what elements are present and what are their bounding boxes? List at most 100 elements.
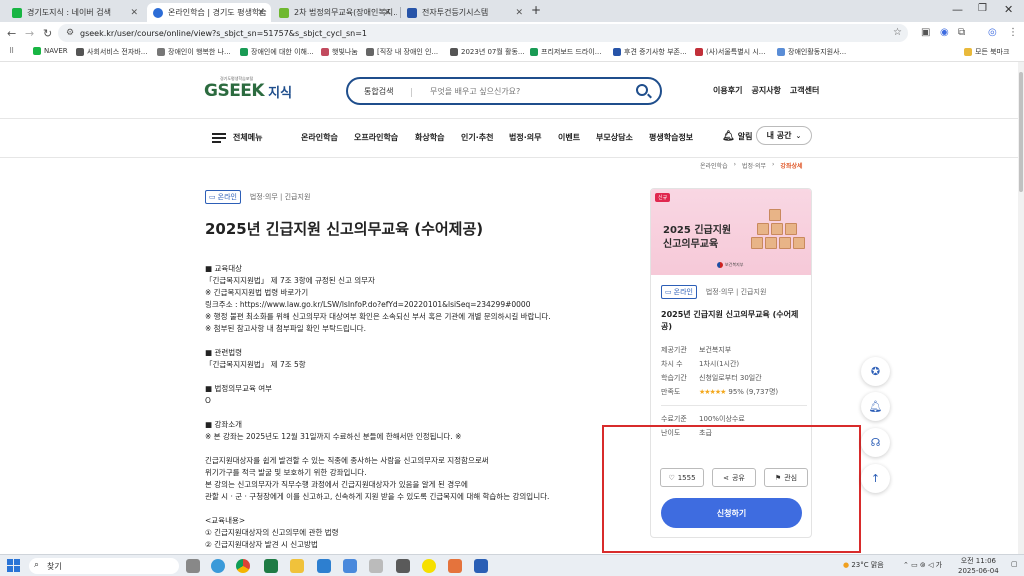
file-explorer-icon[interactable]: [290, 559, 304, 573]
gnb-item-info[interactable]: 평생학습정보: [649, 132, 693, 143]
extensions-puzzle-icon[interactable]: ⧉: [958, 27, 965, 38]
weather-widget[interactable]: ● 23°C 맑음: [843, 560, 884, 570]
browser-tab-education[interactable]: 2차 법정의무교육(장애인복지... ✕: [273, 3, 397, 22]
arrow-up-icon[interactable]: ↑: [861, 464, 890, 493]
breadcrumb: 온라인학습 › 법정·의무 › 강좌상세: [700, 161, 803, 170]
chrome-icon[interactable]: [236, 559, 250, 573]
bookmark-item[interactable]: 장애인에 대한 이해...: [240, 47, 314, 57]
address-text: gseek.kr/user/course/online/view?s_sbjct…: [80, 28, 367, 38]
app-icon[interactable]: [474, 559, 488, 573]
browser-tab-registry[interactable]: 전자투건등기시스템 ✕: [401, 3, 529, 22]
my-space-button[interactable]: 내 공간 ⌄: [756, 126, 812, 145]
back-icon[interactable]: ←: [7, 27, 16, 40]
forward-icon[interactable]: →: [25, 27, 34, 40]
gnb-item-event[interactable]: 이벤트: [558, 132, 580, 143]
new-tab-button[interactable]: +: [531, 3, 541, 17]
search-input[interactable]: [430, 86, 630, 96]
site-info-icon[interactable]: ⚙: [66, 28, 74, 38]
tab-title: 경기도지식 : 네이버 검색: [27, 8, 111, 17]
alarm-button[interactable]: 🔔︎ 알림: [722, 131, 752, 142]
notification-icon[interactable]: ▢: [1011, 560, 1018, 568]
windows-taskbar: ⌕ 찾기 ● 23°C 맑음 ⌃ ▭ ⊚ ◁ 가 오전 11:06 2025-0…: [0, 554, 1024, 576]
all-menu-button[interactable]: 전체메뉴: [212, 132, 262, 143]
all-bookmarks[interactable]: 모든 북마크: [964, 47, 1009, 57]
gnb-item-online[interactable]: 온라인학습: [301, 132, 338, 143]
logo-gseek: GSEEK: [204, 81, 265, 101]
excel-icon[interactable]: [264, 559, 278, 573]
search-box: 통합검색: [346, 77, 662, 105]
bookmark-item[interactable]: 후견 증기사항 부존...: [613, 47, 687, 57]
info-sessions: 차시 수 1차시(1시간): [661, 360, 740, 368]
course-thumbnail: 신규 2025 긴급지원 신고의무교육 보건복지부: [651, 189, 811, 275]
apps-grid-icon[interactable]: ⠿: [9, 47, 14, 55]
description-line: [205, 407, 605, 419]
notice-link[interactable]: 공지사항: [751, 85, 780, 96]
kakaotalk-icon[interactable]: [422, 559, 436, 573]
chevron-right-icon: ›: [733, 161, 737, 168]
gnb-item-offline[interactable]: 오프라인학습: [354, 132, 398, 143]
hamburger-icon: [212, 132, 226, 143]
app-icon[interactable]: [396, 559, 410, 573]
close-window-icon[interactable]: ✕: [1004, 3, 1013, 16]
bookmark-item[interactable]: NAVER: [33, 47, 68, 55]
gnb-item-popular[interactable]: 인기·추천: [461, 132, 493, 143]
bookmark-item[interactable]: 햇빛나눔: [321, 47, 358, 57]
extension-icon[interactable]: ◉: [940, 27, 949, 38]
gnb-item-video[interactable]: 화상학습: [415, 132, 444, 143]
naver-favicon-icon: [12, 7, 22, 18]
browser-toolbar: ← → ↻ ⚙ gseek.kr/user/course/online/view…: [0, 22, 1024, 44]
bookmark-item[interactable]: 장애인활동지원사...: [777, 47, 846, 57]
description-line: 「긴급복지지원법」 제 7조 5항: [205, 360, 306, 369]
review-link[interactable]: 이용후기: [713, 85, 742, 96]
app-icon[interactable]: [343, 559, 357, 573]
tray-icons[interactable]: ⌃ ▭ ⊚ ◁ 가: [903, 560, 942, 570]
gseek-logo[interactable]: 경기도평생학습포털 GSEEK 지식: [204, 76, 292, 101]
close-tab-icon[interactable]: ✕: [257, 8, 265, 18]
search-scope-select[interactable]: 통합검색: [364, 86, 420, 97]
page-scrollbar[interactable]: [1018, 62, 1024, 554]
address-bar[interactable]: ⚙ gseek.kr/user/course/online/view?s_sbj…: [58, 24, 908, 42]
close-tab-icon[interactable]: ✕: [515, 8, 523, 18]
browser-tab-gseek[interactable]: 온라인학습 | 경기도 평생학습 ✕: [147, 3, 271, 22]
search-icon[interactable]: [636, 84, 648, 96]
app-icon[interactable]: [317, 559, 331, 573]
bell-icon[interactable]: 🔔︎: [861, 392, 890, 421]
taskbar-search[interactable]: ⌕ 찾기: [29, 558, 179, 574]
restore-icon[interactable]: ❐: [978, 3, 987, 14]
profile-icon[interactable]: ◎: [988, 27, 997, 38]
description-line[interactable]: 링크주소 : https://www.law.go.kr/LSW/lsInfoP…: [205, 299, 605, 311]
bookmark-favicon-icon: [321, 48, 329, 56]
app-icon[interactable]: [369, 559, 383, 573]
bookmark-item[interactable]: [직장 내 장애인 인...: [366, 47, 438, 57]
close-tab-icon[interactable]: ✕: [383, 8, 391, 18]
bookmark-item[interactable]: (사)서울특별시 시...: [695, 47, 765, 57]
minimize-icon[interactable]: —: [952, 3, 963, 16]
logo-tagline: 경기도평생학습포털: [220, 76, 254, 81]
headset-icon[interactable]: ☊: [861, 428, 890, 457]
gnb-item-parent[interactable]: 부모상담소: [596, 132, 633, 143]
bookmark-item[interactable]: 2023년 07월 활동...: [450, 47, 525, 57]
badge-ribbon-icon[interactable]: ✪: [861, 357, 890, 386]
close-tab-icon[interactable]: ✕: [130, 8, 138, 18]
menu-kebab-icon[interactable]: ⋮: [1008, 27, 1018, 38]
system-clock[interactable]: 오전 11:06 2025-06-04: [958, 556, 999, 576]
breadcrumb-item[interactable]: 법정·의무: [742, 161, 766, 170]
tab-title: 2차 법정의무교육(장애인복지...: [294, 8, 397, 17]
bookmark-item[interactable]: 장애인이 행복한 나...: [157, 47, 231, 57]
task-view-icon[interactable]: [186, 559, 200, 573]
extension-icon[interactable]: ▣: [921, 27, 930, 38]
app-icon[interactable]: [448, 559, 462, 573]
edge-icon[interactable]: [211, 559, 225, 573]
gnb-item-mandatory[interactable]: 법정·의무: [509, 132, 541, 143]
description-line: [205, 503, 605, 515]
description-line: 본 강의는 신고의무자가 직무수행 과정에서 긴급지원대상자가 있음을 알게 된…: [205, 480, 468, 489]
browser-tab-naver[interactable]: 경기도지식 : 네이버 검색 ✕: [6, 3, 144, 22]
reload-icon[interactable]: ↻: [43, 27, 52, 40]
bookmark-item[interactable]: 사회서비스 전자바...: [76, 47, 147, 57]
bookmark-star-icon[interactable]: ☆: [893, 27, 902, 38]
breadcrumb-item[interactable]: 온라인학습: [700, 161, 728, 170]
windows-start-icon[interactable]: [7, 559, 20, 572]
support-link[interactable]: 고객센터: [790, 85, 819, 96]
breadcrumb-current: 강좌상세: [780, 163, 803, 170]
bookmark-item[interactable]: 프리저보드 드라이...: [530, 47, 601, 57]
